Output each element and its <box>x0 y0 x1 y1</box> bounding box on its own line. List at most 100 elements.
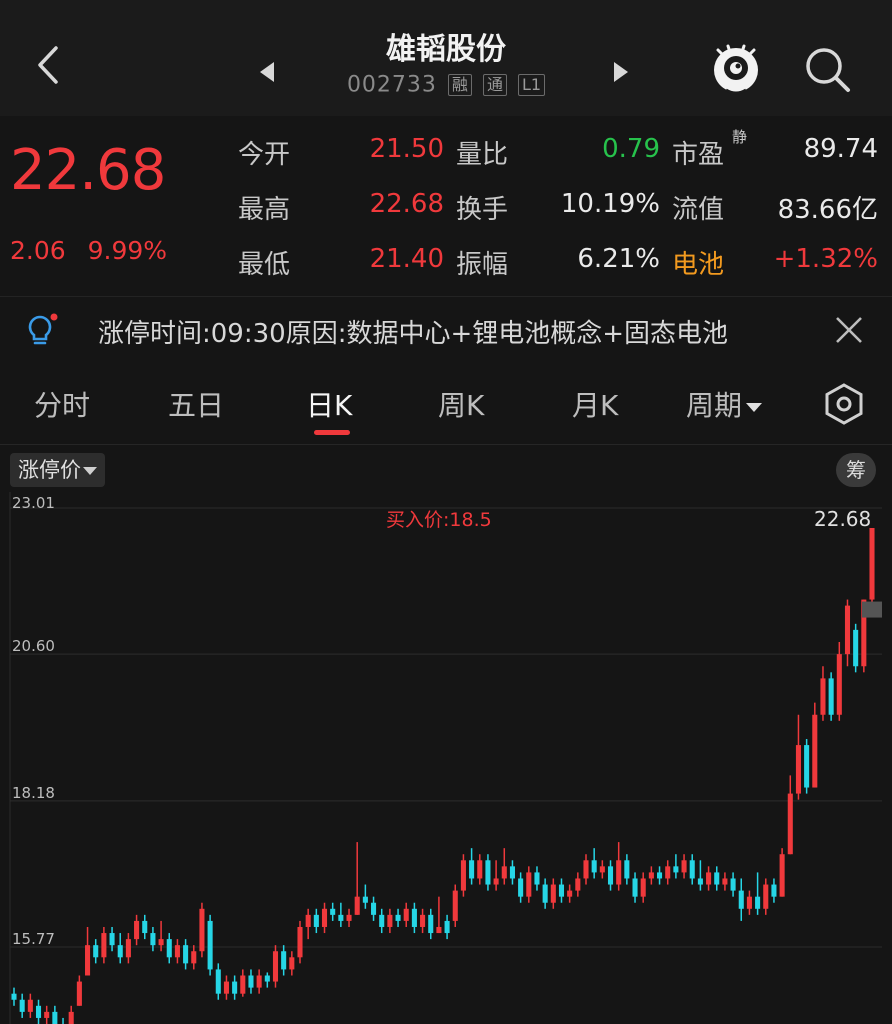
candle <box>779 848 785 897</box>
tab-intraday[interactable]: 分时 <box>34 384 90 424</box>
candle-body <box>583 860 589 879</box>
candle-body <box>616 860 622 885</box>
candle-body <box>11 993 17 1000</box>
volume-ratio-label: 量比 <box>456 140 509 170</box>
candle-body <box>836 654 842 715</box>
limit-up-reason-text: 涨停时间:09:30原因:数据中心+锂电池概念+固态电池 <box>98 319 729 349</box>
candle-body <box>501 866 507 879</box>
candle-body <box>117 945 123 958</box>
current-price: 22.68 <box>10 138 166 203</box>
next-stock-icon[interactable] <box>614 62 628 82</box>
candle <box>428 908 434 940</box>
candle-body <box>281 951 287 970</box>
float-cap-value: 83.66亿 <box>777 195 878 225</box>
candle <box>648 866 654 885</box>
candle-body <box>477 860 483 879</box>
candle-body <box>379 914 385 927</box>
candle-body <box>330 908 336 915</box>
hexagon-settings-icon[interactable] <box>822 382 866 426</box>
tab-monthly-k[interactable]: 月K <box>572 384 618 424</box>
search-icon[interactable] <box>800 42 854 96</box>
candle-body <box>648 872 654 879</box>
tab-period-dropdown[interactable]: 周期 <box>686 384 763 424</box>
candle <box>624 854 630 885</box>
candle <box>469 848 475 885</box>
candle <box>575 872 581 897</box>
tab-daily-k[interactable]: 日K <box>306 384 352 424</box>
candle <box>607 860 614 891</box>
limit-up-reason-bar[interactable]: 涨停时间:09:30原因:数据中心+锂电池概念+固态电池 <box>0 296 892 362</box>
candle <box>166 933 172 964</box>
active-tab-indicator <box>314 430 350 435</box>
candle <box>853 623 859 673</box>
candle <box>681 854 687 879</box>
candle <box>207 914 213 976</box>
y-tick-label: 20.60 <box>12 637 55 655</box>
candle <box>616 842 622 891</box>
candle <box>534 866 540 891</box>
candle-body <box>558 884 565 897</box>
candle-body <box>567 890 573 897</box>
candle-body <box>346 914 352 921</box>
tab-five-day[interactable]: 五日 <box>168 384 224 424</box>
candle <box>223 975 229 1000</box>
change-percent: 9.99% <box>87 236 168 265</box>
candle-body <box>68 1011 74 1024</box>
candle <box>62 1017 64 1024</box>
candle-body <box>575 878 581 891</box>
chart-grid <box>9 492 882 1024</box>
candle-body <box>158 939 164 946</box>
candle <box>558 878 565 903</box>
volume-ratio-value: 0.79 <box>602 134 660 164</box>
candle <box>346 908 352 927</box>
candle <box>321 902 328 934</box>
candle <box>591 848 597 879</box>
candle-body <box>150 933 156 946</box>
candle-body <box>469 860 475 879</box>
candle-body <box>52 1011 58 1024</box>
candle <box>109 926 115 952</box>
candle <box>444 914 450 940</box>
candle-body <box>624 860 630 879</box>
candle-body <box>534 872 540 885</box>
margin-tag: 融 <box>447 74 472 96</box>
candle <box>264 972 270 988</box>
candlestick-chart[interactable]: 23.01 20.60 18.18 15.77 买入价:18.5 22.68 <box>0 492 892 1024</box>
candle <box>125 933 131 964</box>
candle <box>697 860 703 891</box>
candle <box>787 775 793 855</box>
candle <box>657 866 663 885</box>
candle-body <box>763 884 769 909</box>
candle <box>673 854 679 879</box>
candle-body <box>673 866 679 873</box>
candle-body <box>779 854 785 897</box>
y-tick-label: 23.01 <box>12 494 55 512</box>
candle <box>820 666 826 721</box>
candle <box>191 945 197 970</box>
candle-body <box>207 920 213 970</box>
candle-body <box>844 605 851 655</box>
candle <box>338 902 344 927</box>
candle <box>804 739 810 794</box>
chip-distribution-button[interactable]: 筹 <box>836 453 876 487</box>
candle-body <box>657 872 663 879</box>
connect-tag: 通 <box>482 74 507 96</box>
candle-body <box>550 884 556 903</box>
indicator-label: 涨停价 <box>18 458 81 482</box>
indicator-dropdown[interactable]: 涨停价 <box>10 453 105 487</box>
candle <box>68 1005 74 1024</box>
top-nav-bar: 雄韬股份 002733 融 通 L1 <box>0 0 892 116</box>
candle <box>436 896 442 934</box>
candle <box>289 951 295 976</box>
last-price-label: 22.68 <box>814 507 871 531</box>
candle-body <box>420 914 426 927</box>
candle <box>632 872 638 903</box>
close-icon[interactable] <box>830 311 868 349</box>
candle <box>869 528 875 606</box>
y-tick-label: 15.77 <box>12 930 55 948</box>
tab-weekly-k[interactable]: 周K <box>438 384 484 424</box>
candle <box>44 1005 50 1024</box>
mascot-icon[interactable] <box>710 40 762 96</box>
sector-link-battery[interactable]: 电池 <box>672 244 724 281</box>
candle-body <box>321 908 328 927</box>
